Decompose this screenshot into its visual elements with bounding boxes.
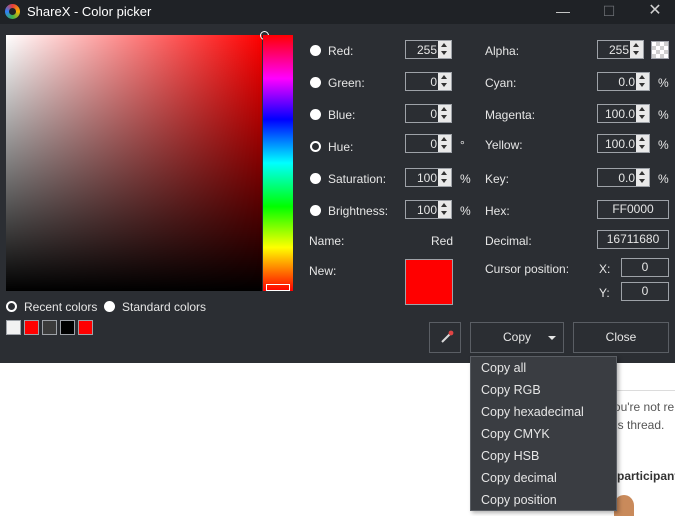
hue-spin-arrows[interactable] [438, 135, 451, 152]
magenta-spinbox[interactable]: 100.0 [597, 104, 650, 123]
red-spinbox[interactable]: 255 [405, 40, 452, 59]
screen-color-picker-button[interactable] [429, 322, 461, 353]
blue-radio[interactable] [310, 109, 321, 120]
cursor-y-label: Y: [599, 286, 610, 300]
menu-item-copy-hsb[interactable]: Copy HSB [481, 449, 539, 463]
key-spin-arrows[interactable] [636, 169, 649, 186]
cyan-label: Cyan: [485, 76, 517, 90]
blue-spin-arrows[interactable] [438, 105, 451, 122]
recent-color-1[interactable] [6, 320, 21, 335]
brightness-unit: % [460, 204, 471, 218]
saturation-brightness-area[interactable] [6, 31, 269, 291]
brightness-radio[interactable] [310, 205, 321, 216]
name-label: Name: [309, 234, 345, 248]
magenta-spin-arrows[interactable] [636, 105, 649, 122]
cyan-spinbox[interactable]: 0.0 [597, 72, 650, 91]
yellow-label: Yellow: [485, 138, 523, 152]
copy-button-label: Copy [502, 330, 531, 344]
cursor-x-input[interactable]: 0 [621, 258, 669, 277]
blue-label: Blue: [328, 108, 356, 122]
minimize-button[interactable]: — [540, 0, 586, 24]
red-spin-arrows[interactable] [438, 41, 451, 58]
menu-item-copy-decimal[interactable]: Copy decimal [481, 471, 557, 485]
recent-colors-label: Recent colors [24, 300, 98, 314]
cursor-x-label: X: [599, 262, 611, 276]
maximize-button[interactable]: ☐ [586, 0, 632, 24]
cyan-unit: % [658, 76, 669, 90]
chevron-down-icon[interactable] [548, 336, 556, 340]
green-spinbox[interactable]: 0 [405, 72, 452, 91]
alpha-preview-swatch [651, 41, 669, 59]
copy-dropdown-button[interactable]: Copy [470, 322, 564, 353]
menu-item-copy-all[interactable]: Copy all [481, 361, 526, 375]
brightness-spinbox[interactable]: 100 [405, 200, 452, 219]
hue-label: Hue: [328, 140, 354, 154]
menu-item-copy-rgb[interactable]: Copy RGB [481, 383, 541, 397]
close-window-button[interactable]: ✕ [632, 0, 675, 24]
alpha-spinbox[interactable]: 255 [597, 40, 644, 59]
recent-color-5[interactable] [78, 320, 93, 335]
key-spinbox[interactable]: 0.0 [597, 168, 650, 187]
yellow-unit: % [658, 138, 669, 152]
standard-colors-radio[interactable] [104, 301, 115, 312]
eyedropper-icon [441, 330, 454, 343]
red-label: Red: [328, 44, 354, 58]
menu-item-copy-position[interactable]: Copy position [481, 493, 557, 507]
close-button[interactable]: Close [573, 322, 669, 353]
menu-item-copy-hexadecimal[interactable]: Copy hexadecimal [481, 405, 584, 419]
hue-unit: ° [460, 138, 465, 152]
participant-avatar [614, 495, 634, 516]
yellow-spin-arrows[interactable] [636, 135, 649, 152]
hex-label: Hex: [485, 204, 510, 218]
decimal-input[interactable]: 16711680 [597, 230, 669, 249]
brightness-spin-arrows[interactable] [438, 201, 451, 218]
recent-color-2[interactable] [24, 320, 39, 335]
brightness-label: Brightness: [328, 204, 389, 218]
saturation-unit: % [460, 172, 471, 186]
standard-colors-label: Standard colors [122, 300, 207, 314]
red-radio[interactable] [310, 45, 321, 56]
cyan-spin-arrows[interactable] [636, 73, 649, 90]
saturation-spin-arrows[interactable] [438, 169, 451, 186]
hue-radio[interactable] [310, 141, 321, 152]
background-text-line-1: You're not re [607, 400, 675, 414]
magenta-unit: % [658, 108, 669, 122]
alpha-label: Alpha: [485, 44, 520, 58]
new-color-swatch [405, 259, 453, 305]
title-bar: ShareX - Color picker — ☐ ✕ [0, 0, 675, 24]
sharex-logo-icon [5, 4, 20, 19]
green-spin-arrows[interactable] [438, 73, 451, 90]
copy-dropdown-menu: Copy all Copy RGB Copy hexadecimal Copy … [470, 356, 617, 511]
color-picker-window: ShareX - Color picker — ☐ ✕ Red: 255 Gre… [0, 0, 675, 363]
yellow-spinbox[interactable]: 100.0 [597, 134, 650, 153]
saturation-radio[interactable] [310, 173, 321, 184]
decimal-label: Decimal: [485, 234, 532, 248]
key-label: Key: [485, 172, 510, 186]
hue-spinbox[interactable]: 0 [405, 134, 452, 153]
color-name-value: Red [431, 234, 454, 248]
recent-color-3[interactable] [42, 320, 57, 335]
cursor-y-input[interactable]: 0 [621, 282, 669, 301]
window-title: ShareX - Color picker [27, 4, 152, 19]
key-unit: % [658, 172, 669, 186]
background-participants: 1 participant [607, 469, 675, 483]
saturation-label: Saturation: [328, 172, 387, 186]
recent-colors-radio[interactable] [6, 301, 17, 312]
hex-input[interactable]: FF0000 [597, 200, 669, 219]
hue-slider-handle[interactable] [266, 284, 290, 291]
green-radio[interactable] [310, 77, 321, 88]
green-label: Green: [328, 76, 365, 90]
alpha-spin-arrows[interactable] [630, 41, 643, 58]
hue-slider[interactable] [263, 35, 293, 291]
menu-item-copy-cmyk[interactable]: Copy CMYK [481, 427, 550, 441]
saturation-spinbox[interactable]: 100 [405, 168, 452, 187]
new-color-label: New: [309, 264, 337, 278]
magenta-label: Magenta: [485, 108, 536, 122]
cursor-position-label: Cursor position: [485, 262, 570, 276]
recent-color-4[interactable] [60, 320, 75, 335]
blue-spinbox[interactable]: 0 [405, 104, 452, 123]
